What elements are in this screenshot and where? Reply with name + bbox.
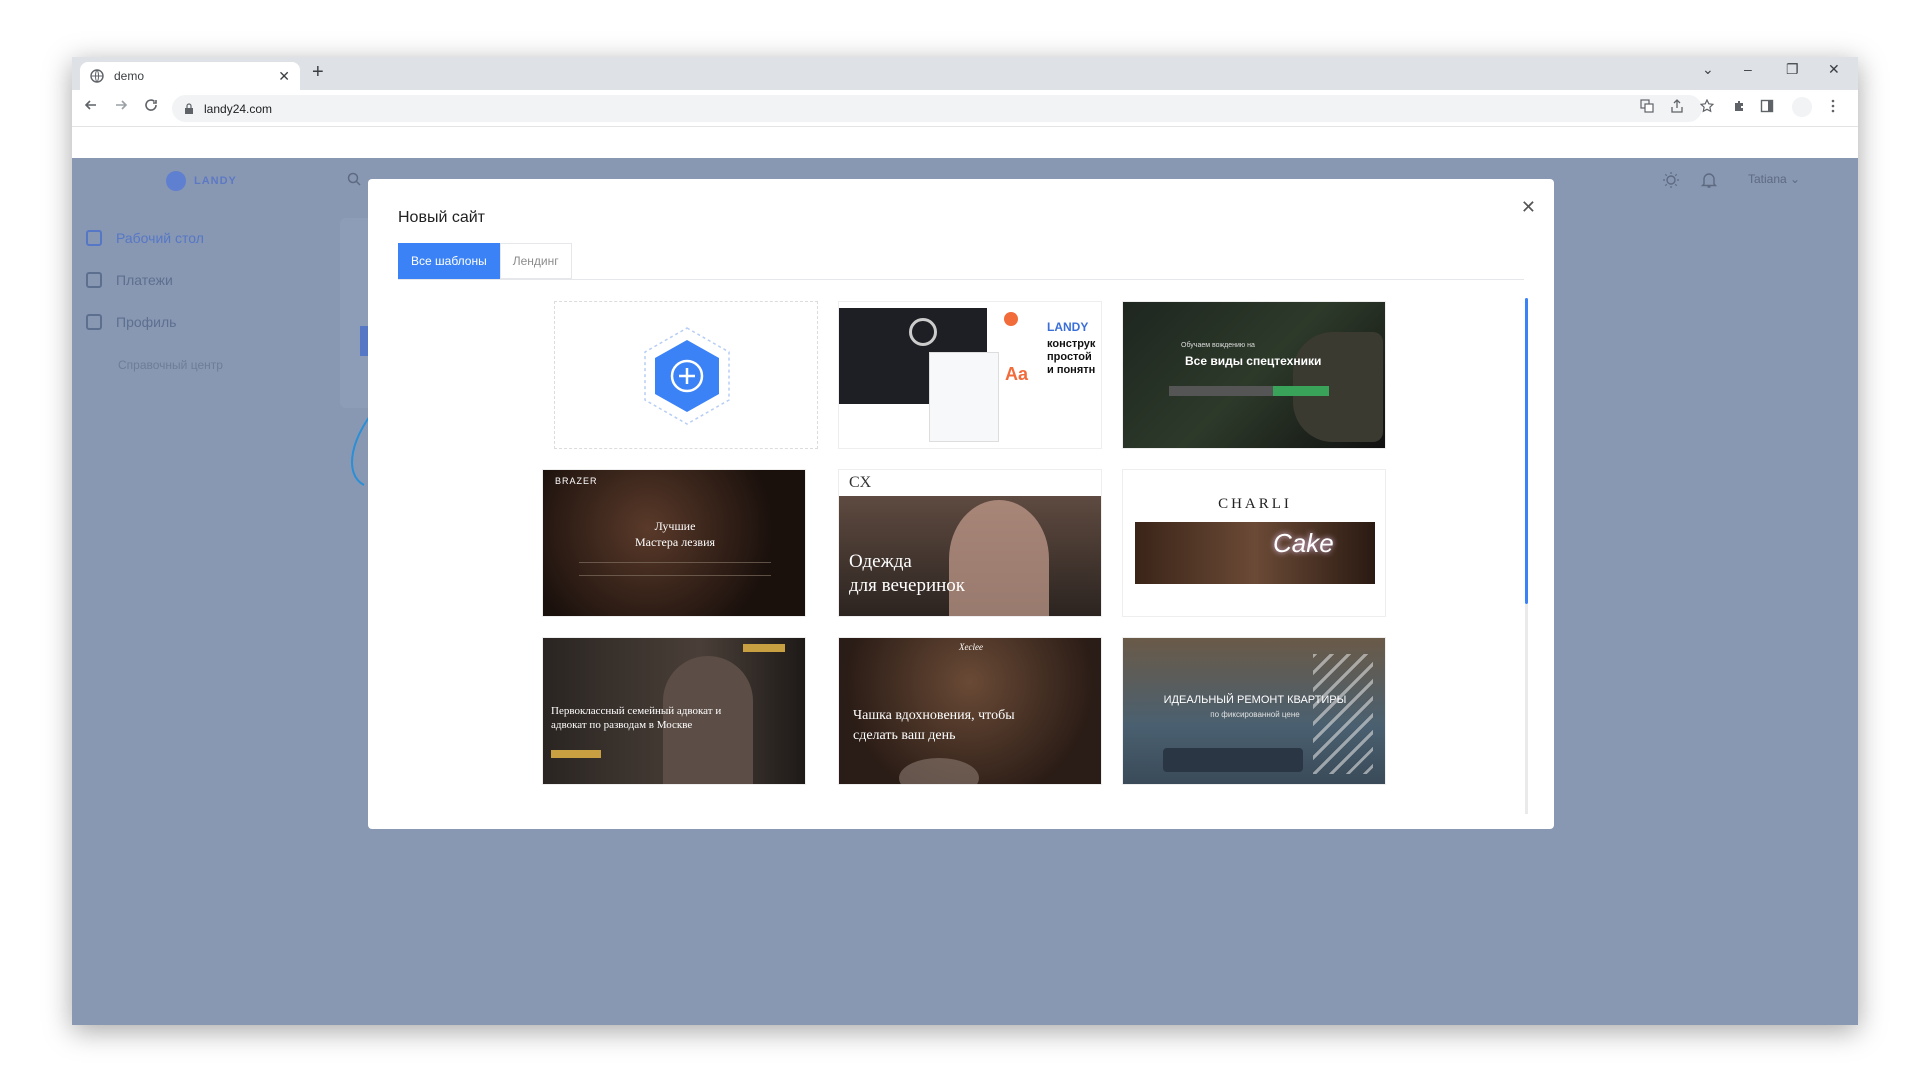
sliders-icon xyxy=(86,314,102,330)
template-cx-logo: CX xyxy=(849,474,872,491)
orange-dot-icon xyxy=(1004,312,1018,326)
browser-toolbar: landy24.com xyxy=(72,90,1858,127)
sidebar-item-label: Профиль xyxy=(116,314,177,330)
template-renovation-title: ИДЕАЛЬНЫЙ РЕМОНТ КВАРТИРЫ xyxy=(1163,694,1347,706)
tab-title: demo xyxy=(114,69,145,83)
template-charli-sign: Cake xyxy=(1273,528,1334,558)
tab-close-icon[interactable]: ✕ xyxy=(278,68,290,85)
template-card-landy[interactable]: Aa LANDY конструк простой и понятн xyxy=(838,301,1102,449)
content-accent xyxy=(360,326,368,356)
template-brazer-text-lines xyxy=(579,562,771,576)
aa-icon: Aa xyxy=(1005,364,1029,384)
template-charli-image xyxy=(1135,522,1375,584)
template-machinery-title: Все виды спецтехники xyxy=(1185,354,1322,368)
search-icon[interactable] xyxy=(347,172,361,186)
sidebar-item-payments[interactable]: Платежи xyxy=(86,272,173,288)
translate-icon[interactable] xyxy=(1640,99,1654,113)
new-tab-button[interactable]: + xyxy=(312,61,324,84)
browser-tab[interactable]: demo ✕ xyxy=(80,62,300,90)
template-charli-logo: CHARLI xyxy=(1218,496,1292,512)
sidebar-item-profile[interactable]: Профиль xyxy=(86,314,176,330)
template-renovation-furniture xyxy=(1163,748,1303,772)
forward-icon[interactable] xyxy=(114,98,128,112)
tab-all-templates[interactable]: Все шаблоны xyxy=(398,243,500,279)
landy-logo[interactable]: LANDY xyxy=(166,171,237,191)
minimize-button[interactable]: – xyxy=(1744,61,1752,77)
sidebar-item-dashboard[interactable]: Рабочий стол xyxy=(86,230,204,246)
window-close-button[interactable]: ✕ xyxy=(1828,61,1840,78)
magnifier-icon xyxy=(909,318,937,346)
template-tabs: Все шаблоны Лендинг xyxy=(398,243,572,279)
globe-icon xyxy=(90,69,104,83)
address-bar[interactable]: landy24.com xyxy=(172,95,1702,122)
restore-button[interactable]: ❐ xyxy=(1786,61,1799,78)
template-renovation-subtitle: по фиксированной цене xyxy=(1210,710,1300,719)
sidebar-item-label: Рабочий стол xyxy=(116,230,204,246)
logo-text: LANDY xyxy=(194,175,237,187)
template-card-coffee[interactable]: Xeclee Чашка вдохновения, чтобы сделать … xyxy=(838,637,1102,785)
browser-tab-bar: demo ✕ + ⌄ – ❐ ✕ xyxy=(72,57,1858,90)
sidebar-item-label: Платежи xyxy=(116,272,173,288)
profile-avatar[interactable] xyxy=(1792,97,1812,117)
template-landy-brand: LANDY xyxy=(1047,320,1089,334)
more-menu-icon[interactable] xyxy=(1830,99,1836,113)
template-lawyer-cta xyxy=(551,750,601,758)
template-coffee-title: Чашка вдохновения, чтобы сделать ваш ден… xyxy=(853,708,1015,743)
template-preview-panel xyxy=(929,352,999,442)
bookmark-star-icon[interactable] xyxy=(1700,99,1714,113)
share-icon[interactable] xyxy=(1670,99,1684,113)
lock-icon xyxy=(185,102,193,114)
template-card-machinery[interactable]: Обучаем вождению на Все виды спецтехники xyxy=(1122,301,1386,449)
scrollbar-track[interactable] xyxy=(1525,604,1528,814)
url-text: landy24.com xyxy=(204,101,273,116)
template-card-renovation[interactable]: ИДЕАЛЬНЫЙ РЕМОНТ КВАРТИРЫ по фиксированн… xyxy=(1122,637,1386,785)
help-center-link[interactable]: Справочный центр xyxy=(118,358,223,372)
bag-icon xyxy=(86,272,102,288)
modal-close-button[interactable]: ✕ xyxy=(1521,197,1536,218)
template-card-lawyer[interactable]: Первоклассный семейный адвокат и адвокат… xyxy=(542,637,806,785)
new-site-modal: Новый сайт ✕ Все шаблоны Лендинг Aa LAND… xyxy=(368,179,1554,829)
side-panel-icon[interactable] xyxy=(1760,99,1774,113)
landy-logo-icon xyxy=(166,171,186,191)
tab-landing[interactable]: Лендинг xyxy=(499,243,572,279)
tab-search-icon[interactable]: ⌄ xyxy=(1702,61,1714,78)
template-machinery-cta xyxy=(1273,386,1329,396)
scrollbar-thumb[interactable] xyxy=(1525,298,1528,604)
template-cx-title: Одежда для вечеринок xyxy=(849,551,966,596)
user-menu[interactable]: Tatiana ⌄ xyxy=(1748,172,1800,186)
sun-icon[interactable] xyxy=(1662,171,1680,189)
bell-icon[interactable] xyxy=(1700,171,1718,189)
tabs-divider xyxy=(398,279,1524,280)
template-lawyer-title: Первоклассный семейный адвокат и адвокат… xyxy=(551,705,722,731)
reload-icon[interactable] xyxy=(144,98,158,112)
template-card-brazer[interactable]: BRAZER Лучшие Мастера лезвия xyxy=(542,469,806,617)
template-coffee-cup xyxy=(899,758,979,784)
template-brazer-logo: BRAZER xyxy=(555,476,598,486)
template-coffee-logo: Xeclee xyxy=(959,642,983,652)
add-plus-icon xyxy=(644,327,730,425)
back-icon[interactable] xyxy=(84,98,98,112)
template-machinery-kicker: Обучаем вождению на xyxy=(1181,342,1255,349)
browser-window: demo ✕ + ⌄ – ❐ ✕ landy24.com LANDY Tatia… xyxy=(72,57,1858,1025)
template-lawyer-cta-top xyxy=(743,644,785,652)
template-card-charli[interactable]: CHARLI Cake xyxy=(1122,469,1386,617)
create-site-card[interactable] xyxy=(554,301,818,449)
template-landy-heading: конструк простой и понятн xyxy=(1047,338,1096,376)
template-brazer-title: Лучшие Мастера лезвия xyxy=(634,519,716,549)
extensions-icon[interactable] xyxy=(1732,99,1746,113)
modal-title: Новый сайт xyxy=(398,209,485,226)
template-card-cx[interactable]: CX Одежда для вечеринок xyxy=(838,469,1102,617)
grid-icon xyxy=(86,230,102,246)
